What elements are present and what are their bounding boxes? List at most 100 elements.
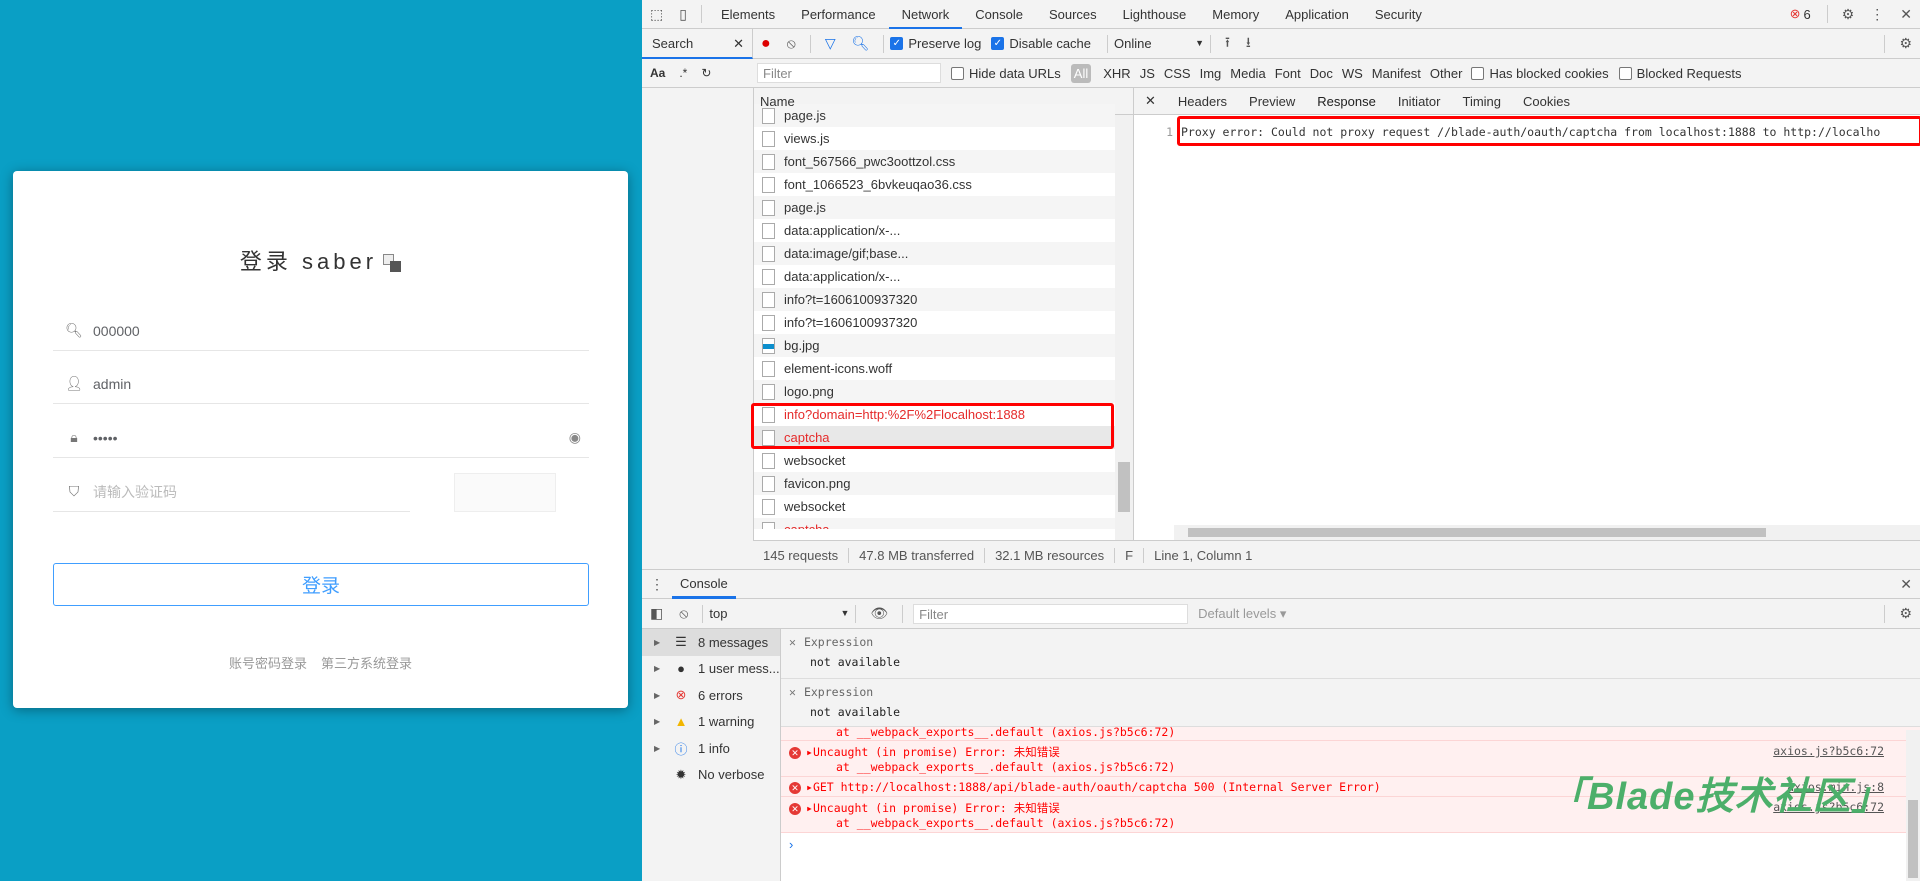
account-login-link[interactable]: 账号密码登录 [229, 656, 307, 671]
network-settings-icon[interactable]: ⚙ [1899, 35, 1912, 52]
type-filter-media[interactable]: Media [1230, 66, 1265, 81]
type-filter-other[interactable]: Other [1430, 66, 1463, 81]
request-row[interactable]: page.js [754, 104, 1115, 127]
console-scrollbar[interactable] [1906, 730, 1920, 881]
console-prompt[interactable]: › [781, 833, 1920, 852]
request-row[interactable]: captcha [754, 518, 1115, 529]
error-icon[interactable]: ⊗ [1790, 6, 1801, 22]
captcha-image[interactable] [454, 473, 556, 512]
context-select[interactable]: top ▼ [709, 606, 849, 621]
tab-response[interactable]: Response [1317, 94, 1376, 109]
request-row[interactable]: data:application/x-... [754, 265, 1115, 288]
type-filter-ws[interactable]: WS [1342, 66, 1363, 81]
has-blocked-cookies-checkbox[interactable]: Has blocked cookies [1471, 66, 1609, 81]
remove-expression-icon[interactable]: ✕ [789, 685, 796, 699]
live-expression-eye-icon[interactable]: 👁︎ [870, 605, 888, 622]
close-drawer-icon[interactable]: ✕ [1900, 576, 1912, 593]
tab-network[interactable]: Network [888, 0, 963, 29]
remove-expression-icon[interactable]: ✕ [789, 635, 796, 649]
drawer-menu-icon[interactable]: ⋮ [650, 576, 664, 593]
language-switch-icon[interactable] [383, 254, 402, 273]
request-row[interactable]: websocket [754, 449, 1115, 472]
tab-performance[interactable]: Performance [788, 0, 888, 29]
match-case-button[interactable]: Aa [650, 66, 665, 80]
close-detail-icon[interactable]: ✕ [1145, 93, 1156, 109]
tab-cookies[interactable]: Cookies [1523, 94, 1570, 109]
close-search-icon[interactable]: ✕ [733, 29, 744, 57]
tab-timing[interactable]: Timing [1462, 94, 1501, 109]
throttle-select[interactable]: Online ▼ [1114, 36, 1204, 51]
preserve-log-checkbox[interactable]: ✓ Preserve log [890, 36, 981, 51]
export-har-icon[interactable]: ⭳ [1246, 32, 1251, 56]
tab-initiator[interactable]: Initiator [1398, 94, 1441, 109]
tab-headers[interactable]: Headers [1178, 94, 1227, 109]
drawer-tab-console[interactable]: Console [672, 569, 736, 599]
tab-security[interactable]: Security [1362, 0, 1435, 29]
record-icon[interactable]: ● [761, 35, 771, 53]
tab-sources[interactable]: Sources [1036, 0, 1110, 29]
request-row[interactable]: font_1066523_6bvkeuqao36.css [754, 173, 1115, 196]
filter-input[interactable]: Filter [757, 63, 941, 83]
clear-icon[interactable]: ⦸ [787, 35, 796, 52]
blocked-requests-checkbox[interactable]: Blocked Requests [1618, 66, 1741, 81]
tab-memory[interactable]: Memory [1199, 0, 1272, 29]
request-row[interactable]: element-icons.woff [754, 357, 1115, 380]
expression-label[interactable]: Expression [804, 635, 873, 649]
sidebar-item-errors[interactable]: ▶ ⊗ 6 errors [642, 682, 780, 709]
request-row[interactable]: info?t=1606100937320 [754, 288, 1115, 311]
sidebar-item-verbose[interactable]: ✹ No verbose [642, 762, 780, 789]
more-icon[interactable]: ⋮ [1870, 6, 1884, 23]
login-button[interactable]: 登录 [53, 563, 589, 606]
type-filter-font[interactable]: Font [1275, 66, 1301, 81]
sidebar-toggle-icon[interactable]: ◧ [650, 605, 663, 622]
type-filter-doc[interactable]: Doc [1310, 66, 1333, 81]
type-filter-manifest[interactable]: Manifest [1372, 66, 1421, 81]
error-count[interactable]: 6 [1803, 7, 1810, 22]
log-levels-select[interactable]: Default levels ▾ [1198, 606, 1286, 622]
sidebar-item-messages[interactable]: ▶ ☰ 8 messages [642, 629, 780, 656]
inspect-icon[interactable]: ⬚ [650, 6, 663, 23]
request-row[interactable]: data:application/x-... [754, 219, 1115, 242]
source-link[interactable]: axios.js?b5c6:72 [1773, 744, 1884, 758]
request-row[interactable]: logo.png [754, 380, 1115, 403]
close-icon[interactable]: ✕ [1900, 6, 1912, 23]
request-row[interactable]: websocket [754, 495, 1115, 518]
gear-icon[interactable]: ⚙ [1842, 6, 1855, 23]
request-row[interactable]: page.js [754, 196, 1115, 219]
device-toolbar-icon[interactable]: ▯ [679, 6, 687, 23]
tenant-field[interactable]: 🔍︎ 000000 [53, 311, 589, 351]
import-har-icon[interactable]: ⭱ [1225, 32, 1230, 56]
sidebar-item-user-messages[interactable]: ▶ ● 1 user mess... [642, 656, 780, 683]
type-filter-js[interactable]: JS [1140, 66, 1155, 81]
request-row[interactable]: info?t=1606100937320 [754, 311, 1115, 334]
type-filter-all[interactable]: All [1070, 63, 1092, 83]
username-field[interactable]: 👤︎ admin [53, 364, 589, 404]
sidebar-item-warnings[interactable]: ▶ ▲ 1 warning [642, 709, 780, 736]
clear-console-icon[interactable]: ⦸ [679, 605, 688, 622]
tab-preview[interactable]: Preview [1249, 94, 1295, 109]
search-icon[interactable]: 🔍︎ [852, 35, 870, 52]
hide-data-urls-checkbox[interactable]: Hide data URLs [951, 66, 1061, 81]
password-field[interactable]: 🔒︎ ••••• ◉ [53, 418, 589, 458]
regex-button[interactable]: .* [679, 66, 687, 80]
captcha-field[interactable]: ⛉ 请输入验证码 [53, 472, 410, 512]
refresh-icon[interactable]: ↻ [701, 66, 711, 80]
tab-console[interactable]: Console [962, 0, 1036, 29]
tab-elements[interactable]: Elements [708, 0, 788, 29]
response-scrollbar[interactable] [1174, 525, 1920, 540]
request-row[interactable]: views.js [754, 127, 1115, 150]
disable-cache-checkbox[interactable]: ✓ Disable cache [991, 36, 1091, 51]
filter-icon[interactable]: ▽ [825, 35, 836, 52]
console-settings-icon[interactable]: ⚙ [1899, 605, 1912, 622]
tab-lighthouse[interactable]: Lighthouse [1110, 0, 1200, 29]
request-row[interactable]: bg.jpg [754, 334, 1115, 357]
search-tab[interactable]: Search ✕ [642, 28, 753, 59]
request-row[interactable]: font_567566_pwc3oottzol.css [754, 150, 1115, 173]
sidebar-item-info[interactable]: ▶ ⓘ 1 info [642, 735, 780, 762]
type-filter-css[interactable]: CSS [1164, 66, 1191, 81]
type-filter-img[interactable]: Img [1200, 66, 1222, 81]
request-list-scrollbar[interactable] [1115, 115, 1133, 540]
type-filter-xhr[interactable]: XHR [1103, 66, 1130, 81]
console-filter-input[interactable]: Filter [913, 603, 1189, 624]
request-row[interactable]: data:image/gif;base... [754, 242, 1115, 265]
